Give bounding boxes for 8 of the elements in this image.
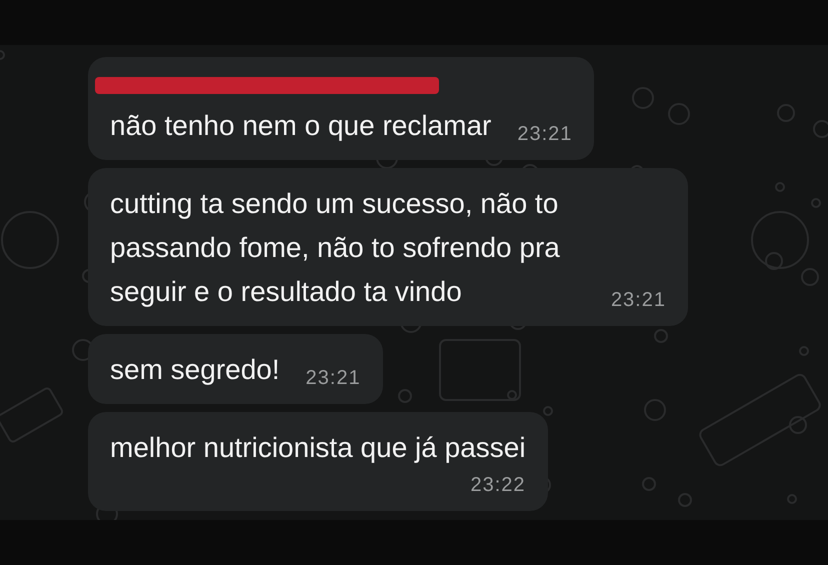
message-time: 23:21 [517,123,572,147]
message-text: sem segredo! [110,353,280,387]
message-time: 23:22 [470,474,526,498]
message-text: melhor nutricionista que já passei [110,431,526,465]
message-text: cutting ta sendo um sucesso, não to passando fome, não to sofrendo pra seguir e o resultado ta vindo [110,187,561,309]
message-time: 23:21 [306,367,361,391]
message-text: não tenho nem o que reclamar [110,109,492,143]
message-time: 23:21 [610,289,666,313]
